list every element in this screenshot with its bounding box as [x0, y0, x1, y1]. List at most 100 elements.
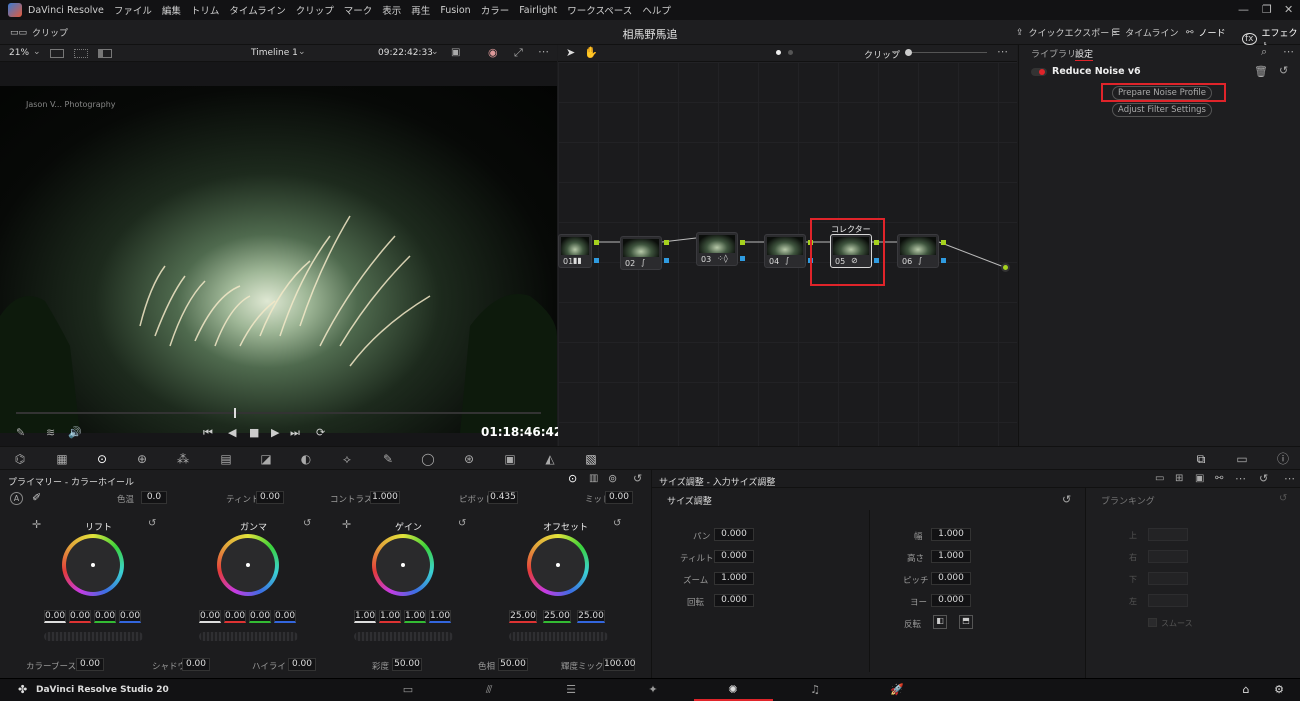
offset-wheel-handle[interactable]	[556, 563, 560, 567]
fusion-page-icon[interactable]: ✦	[643, 683, 663, 697]
height-value[interactable]: 1.000	[931, 550, 971, 563]
node-zoom-slider[interactable]	[905, 49, 912, 56]
rgb-output-pin[interactable]	[1001, 263, 1010, 272]
color-picker-icon[interactable]: ◉	[488, 46, 498, 59]
hand-icon[interactable]: ✋	[584, 46, 598, 59]
search-icon[interactable]: ⌕	[1261, 45, 1267, 59]
settings-options-icon[interactable]: ⋯	[1283, 45, 1294, 58]
eyedropper-icon[interactable]: ✎	[380, 451, 396, 467]
timeline-chevron-icon[interactable]: ⌄	[298, 47, 306, 57]
nodes-toggle[interactable]: ⚯ ノード	[1186, 26, 1226, 40]
lift-y-value[interactable]: 0.00	[44, 610, 66, 623]
smooth-checkbox[interactable]	[1148, 618, 1157, 627]
color-wheels-icon[interactable]: ⊙	[94, 451, 110, 467]
node-02[interactable]: 02 ∫	[620, 236, 662, 270]
stop-icon[interactable]: ■	[249, 426, 259, 439]
width-value[interactable]: 1.000	[931, 528, 971, 541]
single-view-icon[interactable]	[50, 49, 64, 58]
offset-g-value[interactable]: 25.00	[543, 610, 571, 623]
gamma-r-value[interactable]: 0.00	[224, 610, 246, 623]
log-mode-icon[interactable]: ⊚	[608, 472, 617, 485]
yaw-value[interactable]: 0.000	[931, 594, 971, 607]
viewer-mode-icon[interactable]: ▣	[451, 47, 460, 58]
menu-fairlight[interactable]: Fairlight	[519, 5, 557, 16]
lift-reset-icon[interactable]: ↺	[148, 518, 156, 529]
tracker-icon[interactable]: ⊛	[461, 451, 477, 467]
fairlight-page-icon[interactable]: ♫	[805, 683, 825, 697]
skip-end-icon[interactable]: ⏭	[290, 426, 300, 440]
window-icon[interactable]: ◯	[420, 451, 436, 467]
gain-g-value[interactable]: 1.00	[404, 610, 426, 623]
menu-workspace[interactable]: ワークスペース	[567, 3, 632, 17]
deliver-page-icon[interactable]: 🚀	[887, 683, 907, 697]
tint-value[interactable]: 0.00	[256, 491, 284, 504]
wheels-picker-icon[interactable]: ✐	[32, 491, 41, 504]
gamma-master-wheel[interactable]	[199, 632, 298, 641]
node-output-pin[interactable]	[740, 240, 745, 245]
flip-horizontal-icon[interactable]: ◧	[933, 615, 947, 629]
loop-icon[interactable]: ⟳	[316, 426, 325, 439]
highlight-value[interactable]: 0.00	[288, 658, 316, 671]
sizing-more-icon[interactable]: ⋯	[1284, 472, 1295, 485]
mid-detail-value[interactable]: 0.00	[605, 491, 633, 504]
lift-wheel[interactable]	[62, 534, 124, 596]
qualifier-icon[interactable]: ⟡	[339, 451, 355, 467]
node-key-pin[interactable]	[740, 256, 745, 261]
3d-icon[interactable]: ▭	[1234, 451, 1250, 467]
page-dot[interactable]	[788, 50, 793, 55]
minimize-icon[interactable]: —	[1238, 3, 1249, 16]
zoom-value[interactable]: 1.000	[714, 572, 754, 585]
gain-r-value[interactable]: 1.00	[379, 610, 401, 623]
menu-clip[interactable]: クリップ	[296, 3, 334, 17]
menu-fusion[interactable]: Fusion	[440, 5, 470, 16]
node-04[interactable]: 04 ∫	[764, 234, 806, 268]
lift-g-value[interactable]: 0.00	[94, 610, 116, 623]
wheels-mode-icon[interactable]: ⊙	[568, 472, 577, 485]
menu-file[interactable]: ファイル	[114, 3, 152, 17]
node-editor[interactable]: 01 ▮▮ 02 ∫ 03 ⁘◊ 04 ∫ コレクター 05 ⊘ 06 ∫	[558, 62, 1017, 446]
node-06[interactable]: 06 ∫	[897, 234, 939, 268]
settings-gear-icon[interactable]: ⚙	[1269, 683, 1289, 697]
lift-r-value[interactable]: 0.00	[69, 610, 91, 623]
grid-view-icon[interactable]	[74, 49, 88, 58]
timeline-selector[interactable]: Timeline 1	[251, 48, 298, 58]
rotate-value[interactable]: 0.000	[714, 594, 754, 607]
hdr-wheels-icon[interactable]: ⊕	[134, 451, 150, 467]
menu-mark[interactable]: マーク	[344, 3, 373, 17]
sizing-mode-icon-1[interactable]: ▭	[1155, 473, 1164, 484]
adjust-filter-settings-button[interactable]: Adjust Filter Settings	[1112, 103, 1212, 117]
blanking-left-field[interactable]	[1148, 594, 1188, 607]
blur-icon[interactable]: ◭	[542, 451, 558, 467]
blanking-right-field[interactable]	[1148, 550, 1188, 563]
node-mode-chevron-icon[interactable]: ⌄	[891, 47, 899, 57]
home-icon[interactable]: ⌂	[1236, 683, 1256, 697]
fullscreen-icon[interactable]: ⤢	[514, 46, 523, 60]
gain-b-value[interactable]: 1.00	[429, 610, 451, 623]
node-key-pin[interactable]	[664, 258, 669, 263]
gain-reset-icon[interactable]: ↺	[458, 518, 466, 529]
restore-icon[interactable]: ❐	[1262, 3, 1272, 16]
contrast-value[interactable]: 1.000	[370, 491, 400, 504]
playhead[interactable]	[234, 408, 236, 418]
node-key-pin[interactable]	[941, 258, 946, 263]
quick-export-button[interactable]: ⇪ クイックエクスポート	[1016, 26, 1118, 40]
gain-y-value[interactable]: 1.00	[354, 610, 376, 623]
offset-master-wheel[interactable]	[509, 632, 608, 641]
color-warper-icon[interactable]: ◐	[298, 451, 314, 467]
gamma-y-value[interactable]: 0.00	[199, 610, 221, 623]
offset-reset-icon[interactable]: ↺	[613, 518, 621, 529]
sizing-reset-icon[interactable]: ↺	[1259, 472, 1268, 485]
rgb-mixer-icon[interactable]: ⁂	[175, 451, 191, 467]
offset-b-value[interactable]: 25.00	[577, 610, 605, 623]
volume-icon[interactable]: 🔊	[68, 426, 82, 439]
menu-timeline[interactable]: タイムライン	[229, 3, 285, 17]
offset-wheel[interactable]	[527, 534, 589, 596]
node-output-pin[interactable]	[664, 240, 669, 245]
node-options-icon[interactable]: ⋯	[997, 45, 1008, 58]
tab-library[interactable]: ライブラリ	[1031, 47, 1076, 60]
close-icon[interactable]: ✕	[1284, 3, 1293, 16]
menu-help[interactable]: ヘルプ	[642, 3, 671, 17]
step-back-icon[interactable]: ◀	[228, 426, 236, 439]
pivot-value[interactable]: 0.435	[488, 491, 518, 504]
saturation-value[interactable]: 50.00	[392, 658, 422, 671]
